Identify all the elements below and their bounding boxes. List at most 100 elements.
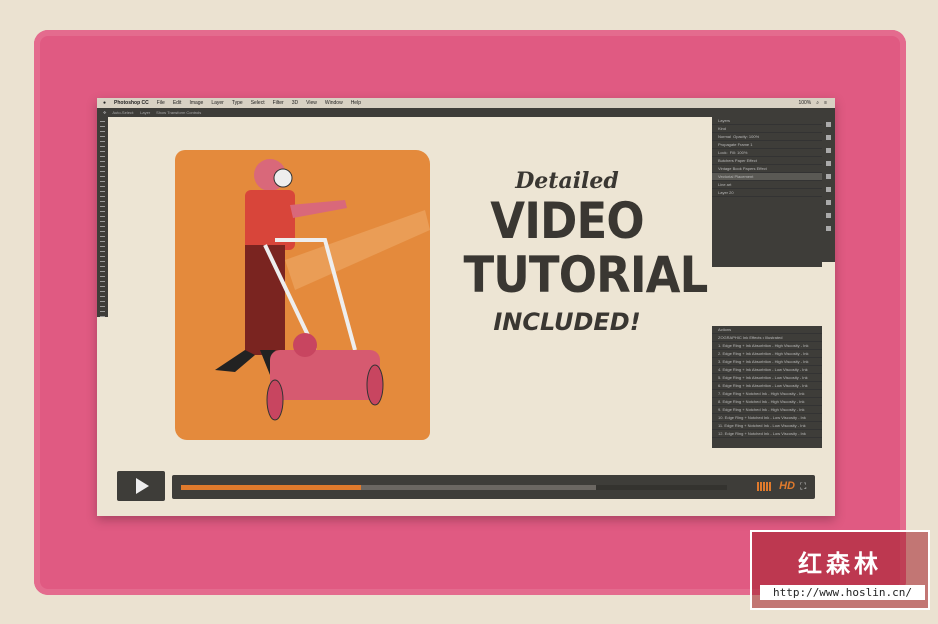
menu-3d[interactable]: 3D	[292, 100, 298, 106]
panel-icon[interactable]	[826, 174, 831, 179]
action-item[interactable]: 2. Edge Ring + Ink Absorbtion - High Vis…	[712, 350, 822, 358]
layers-panel-title[interactable]: Layers	[712, 117, 822, 125]
tool-icon[interactable]	[100, 186, 105, 187]
panel-icon[interactable]	[826, 200, 831, 205]
tool-icon[interactable]	[100, 181, 105, 182]
action-item[interactable]: 7. Edge Ring + Notched Ink - High Viscos…	[712, 390, 822, 398]
tool-icon[interactable]	[100, 161, 105, 162]
tool-icon[interactable]	[100, 216, 105, 217]
tool-icon[interactable]	[100, 256, 105, 257]
action-item[interactable]: 4. Edge Ring + Ink Absorbtion - Low Visc…	[712, 366, 822, 374]
tool-icon[interactable]	[100, 291, 105, 292]
tool-icon[interactable]	[100, 131, 105, 132]
menu-view[interactable]: View	[306, 100, 317, 106]
tool-icon[interactable]	[100, 141, 105, 142]
panel-icon[interactable]	[826, 213, 831, 218]
tool-icon[interactable]	[100, 156, 105, 157]
layer-row[interactable]: Layer 20	[712, 189, 822, 197]
tool-icon[interactable]	[100, 236, 105, 237]
menu-file[interactable]: File	[157, 100, 165, 106]
tool-icon[interactable]	[100, 191, 105, 192]
kind-filter[interactable]: Kind	[712, 125, 822, 133]
tool-icon[interactable]	[100, 261, 105, 262]
tool-icon[interactable]	[100, 136, 105, 137]
menu-select[interactable]: Select	[251, 100, 265, 106]
layer-row[interactable]: Butchers Paper Effect	[712, 157, 822, 165]
tool-icon[interactable]	[100, 146, 105, 147]
tool-icon[interactable]	[100, 296, 105, 297]
panel-icon[interactable]	[826, 161, 831, 166]
actions-panel-title[interactable]: Actions	[712, 326, 822, 334]
tool-icon[interactable]	[100, 316, 105, 317]
menu-filter[interactable]: Filter	[273, 100, 284, 106]
menu-layer[interactable]: Layer	[211, 100, 224, 106]
menu-window[interactable]: Window	[325, 100, 343, 106]
play-button[interactable]	[117, 471, 165, 501]
action-item[interactable]: 1. Edge Ring + Ink Absorbtion - High Vis…	[712, 342, 822, 350]
tool-icon[interactable]	[100, 226, 105, 227]
move-tool-icon[interactable]: ✥	[103, 110, 106, 115]
tool-icon[interactable]	[100, 281, 105, 282]
tool-icon[interactable]	[100, 286, 105, 287]
tool-icon[interactable]	[100, 246, 105, 247]
blend-mode-select[interactable]: Normal	[718, 134, 731, 139]
tool-icon[interactable]	[100, 176, 105, 177]
action-item[interactable]: 10. Edge Ring + Notched Ink - Low Viscos…	[712, 414, 822, 422]
hd-toggle[interactable]: HD	[779, 480, 795, 492]
fill-field[interactable]: 100%	[737, 150, 747, 155]
menu-type[interactable]: Type	[232, 100, 243, 106]
transform-controls-checkbox[interactable]: Show Transform Controls	[156, 110, 201, 115]
tool-icon[interactable]	[100, 231, 105, 232]
tool-icon[interactable]	[100, 166, 105, 167]
layer-select[interactable]: Layer	[140, 110, 150, 115]
tool-icon[interactable]	[100, 126, 105, 127]
propagate-frame-checkbox[interactable]: Propagate Frame 1	[712, 141, 822, 149]
panel-icon[interactable]	[826, 135, 831, 140]
tool-icon[interactable]	[100, 251, 105, 252]
opacity-field[interactable]: 100%	[749, 134, 759, 139]
menu-image[interactable]: Image	[189, 100, 203, 106]
tool-icon[interactable]	[100, 276, 105, 277]
action-item[interactable]: 12. Edge Ring + Notched Ink - Low Viscos…	[712, 430, 822, 438]
tool-icon[interactable]	[100, 196, 105, 197]
apple-icon[interactable]: ●	[103, 100, 106, 106]
tool-icon[interactable]	[100, 211, 105, 212]
action-item[interactable]: 8. Edge Ring + Notched Ink - High Viscos…	[712, 398, 822, 406]
tool-icon[interactable]	[100, 201, 105, 202]
menu-list-icon[interactable]: ≡	[824, 100, 827, 106]
auto-select-checkbox[interactable]: Auto-Select:	[112, 110, 134, 115]
action-set[interactable]: ZOGRAPHIC Ink Effects • Illustrated	[712, 334, 822, 342]
action-item[interactable]: 5. Edge Ring + Ink Absorbtion - Low Visc…	[712, 374, 822, 382]
tool-icon[interactable]	[100, 121, 105, 122]
tool-icon[interactable]	[100, 221, 105, 222]
action-item[interactable]: 11. Edge Ring + Notched Ink - Low Viscos…	[712, 422, 822, 430]
layer-row[interactable]: Line art	[712, 181, 822, 189]
action-item[interactable]: 9. Edge Ring + Notched Ink - High Viscos…	[712, 406, 822, 414]
battery-zoom: 100%	[798, 100, 812, 106]
panel-icon[interactable]	[826, 148, 831, 153]
panel-icon[interactable]	[826, 122, 831, 127]
panel-icon[interactable]	[826, 187, 831, 192]
tool-icon[interactable]	[100, 311, 105, 312]
menu-edit[interactable]: Edit	[173, 100, 182, 106]
tool-icon[interactable]	[100, 206, 105, 207]
tool-icon[interactable]	[100, 306, 105, 307]
action-item[interactable]: 6. Edge Ring + Ink Absorbtion - Low Visc…	[712, 382, 822, 390]
tool-icon[interactable]	[100, 171, 105, 172]
volume-icon[interactable]	[757, 482, 771, 491]
fullscreen-icon[interactable]: ⛶	[800, 481, 810, 491]
seek-bar[interactable]	[181, 485, 727, 490]
search-icon[interactable]: ⌕	[816, 100, 819, 106]
tool-icon[interactable]	[100, 241, 105, 242]
fill-label: Fill:	[729, 150, 737, 155]
panel-icon[interactable]	[826, 226, 831, 231]
tool-icon[interactable]	[100, 266, 105, 267]
menu-help[interactable]: Help	[351, 100, 361, 106]
tool-icon[interactable]	[100, 151, 105, 152]
layer-row[interactable]: Vintage Book Papers Effect	[712, 165, 822, 173]
watermark: 红森林 http://www.hoslin.cn/	[750, 530, 930, 610]
layer-row-selected[interactable]: Vectorial Placement	[712, 173, 822, 181]
action-item[interactable]: 3. Edge Ring + Ink Absorbtion - High Vis…	[712, 358, 822, 366]
tool-icon[interactable]	[100, 271, 105, 272]
tool-icon[interactable]	[100, 301, 105, 302]
